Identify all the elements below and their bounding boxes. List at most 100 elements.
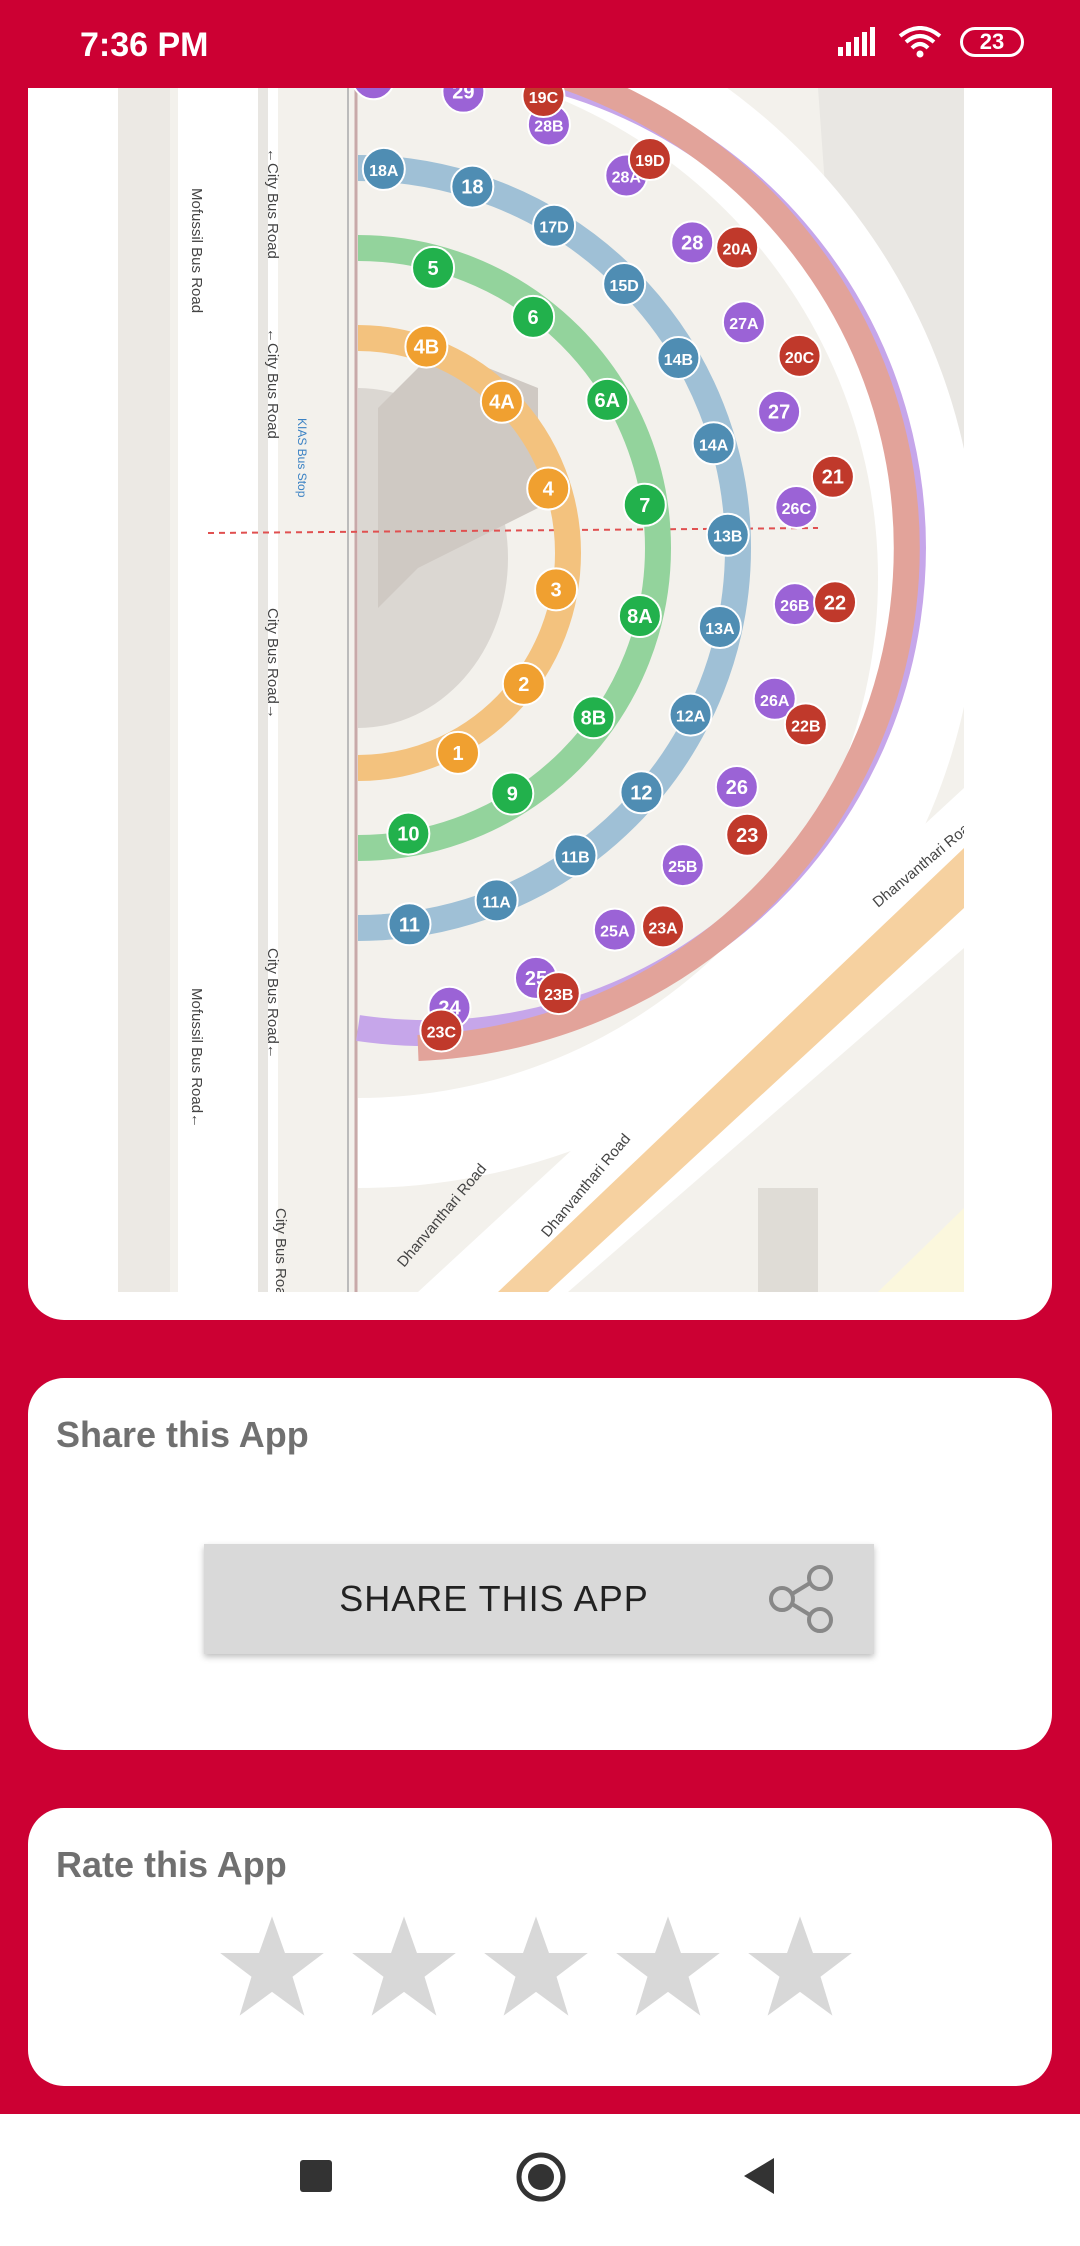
platform-marker: 6	[511, 294, 556, 339]
star-icon[interactable]	[614, 1912, 722, 2020]
platform-marker: 9	[490, 771, 535, 816]
road-label: ←City Bus Road	[264, 148, 281, 259]
map-card: ←City Bus Road ←City Bus Road City Bus R…	[28, 88, 1052, 1320]
svg-text:10: 10	[397, 824, 419, 846]
svg-text:20C: 20C	[785, 350, 815, 367]
home-icon[interactable]	[514, 2150, 568, 2204]
svg-text:18A: 18A	[369, 163, 399, 180]
svg-text:1: 1	[452, 743, 463, 765]
share-app-button[interactable]: SHARE THIS APP	[204, 1544, 874, 1654]
rate-title: Rate this App	[56, 1844, 287, 1885]
svg-text:26B: 26B	[780, 598, 809, 615]
map-svg: ←City Bus Road ←City Bus Road City Bus R…	[118, 88, 964, 1292]
platform-marker: 14A	[691, 421, 736, 466]
recent-apps-icon[interactable]	[296, 2156, 336, 2196]
svg-text:23B: 23B	[544, 987, 573, 1004]
svg-text:27: 27	[768, 402, 790, 424]
signal-icon	[838, 27, 875, 56]
platform-marker: 4	[526, 466, 571, 511]
share-title: Share this App	[56, 1414, 309, 1455]
svg-text:13B: 13B	[713, 529, 742, 546]
share-icon	[769, 1565, 833, 1633]
star-icon[interactable]	[218, 1912, 326, 2020]
platform-marker: 20A	[715, 225, 760, 270]
svg-text:22: 22	[824, 592, 846, 614]
platform-marker: 18	[450, 164, 495, 209]
platform-marker: 6A	[585, 377, 630, 422]
platform-marker: 4A	[479, 379, 524, 424]
platform-marker: 8B	[571, 695, 616, 740]
platform-marker: 26C	[774, 485, 819, 530]
svg-text:21: 21	[822, 467, 844, 489]
svg-text:25A: 25A	[600, 924, 630, 941]
svg-text:11A: 11A	[482, 894, 511, 911]
platform-marker: 12	[619, 770, 664, 815]
platform-marker: 27A	[721, 300, 766, 345]
road-label: City Bus Road→	[264, 608, 281, 719]
road-label: City Bus Road	[272, 1208, 289, 1292]
svg-text:23A: 23A	[648, 920, 678, 937]
platform-marker: 10	[386, 811, 431, 856]
bus-stand-map[interactable]: ←City Bus Road ←City Bus Road City Bus R…	[118, 88, 964, 1292]
platform-marker: 18A	[361, 146, 406, 191]
platform-marker: 22	[813, 580, 858, 625]
star-icon[interactable]	[482, 1912, 590, 2020]
platform-marker: 11A	[474, 878, 519, 923]
svg-text:4A: 4A	[489, 392, 515, 414]
platform-marker: 23	[725, 812, 770, 857]
road-label: City Bus Road←	[264, 948, 281, 1059]
svg-text:27A: 27A	[729, 316, 759, 333]
svg-text:28B: 28B	[534, 119, 563, 136]
platform-marker: 5	[411, 245, 456, 290]
svg-text:11B: 11B	[561, 849, 589, 866]
star-icon[interactable]	[350, 1912, 458, 2020]
svg-text:12A: 12A	[676, 709, 706, 726]
road-label: Mofussil Bus Road	[188, 188, 205, 313]
platform-marker: 20C	[777, 333, 822, 378]
back-icon[interactable]	[740, 2156, 780, 2196]
svg-text:20A: 20A	[723, 242, 753, 259]
platform-marker: 28	[670, 220, 715, 265]
svg-text:2: 2	[518, 674, 529, 696]
svg-text:6A: 6A	[595, 390, 621, 412]
svg-text:29: 29	[452, 88, 474, 104]
platform-marker: 11B	[553, 833, 598, 878]
rating-stars[interactable]	[218, 1912, 854, 2020]
platform-marker: 21	[810, 454, 855, 499]
svg-text:9: 9	[507, 784, 518, 806]
svg-text:19D: 19D	[635, 153, 664, 170]
svg-text:8B: 8B	[581, 707, 607, 729]
platform-marker: 8A	[617, 594, 662, 639]
svg-text:13A: 13A	[705, 621, 735, 638]
star-icon[interactable]	[746, 1912, 854, 2020]
platform-marker: 15D	[602, 262, 647, 307]
platform-marker: 27	[757, 389, 802, 434]
share-card: Share this App SHARE THIS APP	[28, 1378, 1052, 1750]
svg-text:26: 26	[726, 777, 748, 799]
svg-text:19C: 19C	[529, 90, 559, 107]
platform-marker: 25B	[660, 843, 705, 888]
platform-marker: 14B	[656, 336, 701, 380]
svg-text:14A: 14A	[699, 437, 729, 454]
svg-text:23: 23	[736, 825, 758, 847]
platform-marker: 23C	[419, 1008, 464, 1053]
svg-text:15D: 15D	[609, 278, 638, 295]
svg-text:26A: 26A	[760, 693, 790, 710]
svg-text:7: 7	[639, 495, 650, 517]
svg-text:14B: 14B	[664, 352, 693, 369]
platform-marker: 13B	[705, 512, 750, 557]
platform-marker: 25A	[592, 907, 637, 952]
svg-text:11: 11	[399, 914, 420, 936]
svg-text:4: 4	[543, 478, 555, 500]
battery-level: 23	[979, 29, 1005, 54]
svg-text:3: 3	[550, 579, 561, 601]
wifi-icon	[898, 26, 942, 58]
platform-marker: 7	[622, 482, 667, 527]
svg-text:12: 12	[630, 782, 652, 804]
svg-text:28: 28	[681, 232, 703, 254]
svg-text:27: 27	[362, 88, 384, 90]
svg-text:26C: 26C	[782, 501, 812, 518]
svg-text:17D: 17D	[539, 220, 568, 237]
platform-marker: 11	[387, 902, 432, 947]
bus-stop-label: KIAS Bus Stop	[295, 418, 309, 498]
